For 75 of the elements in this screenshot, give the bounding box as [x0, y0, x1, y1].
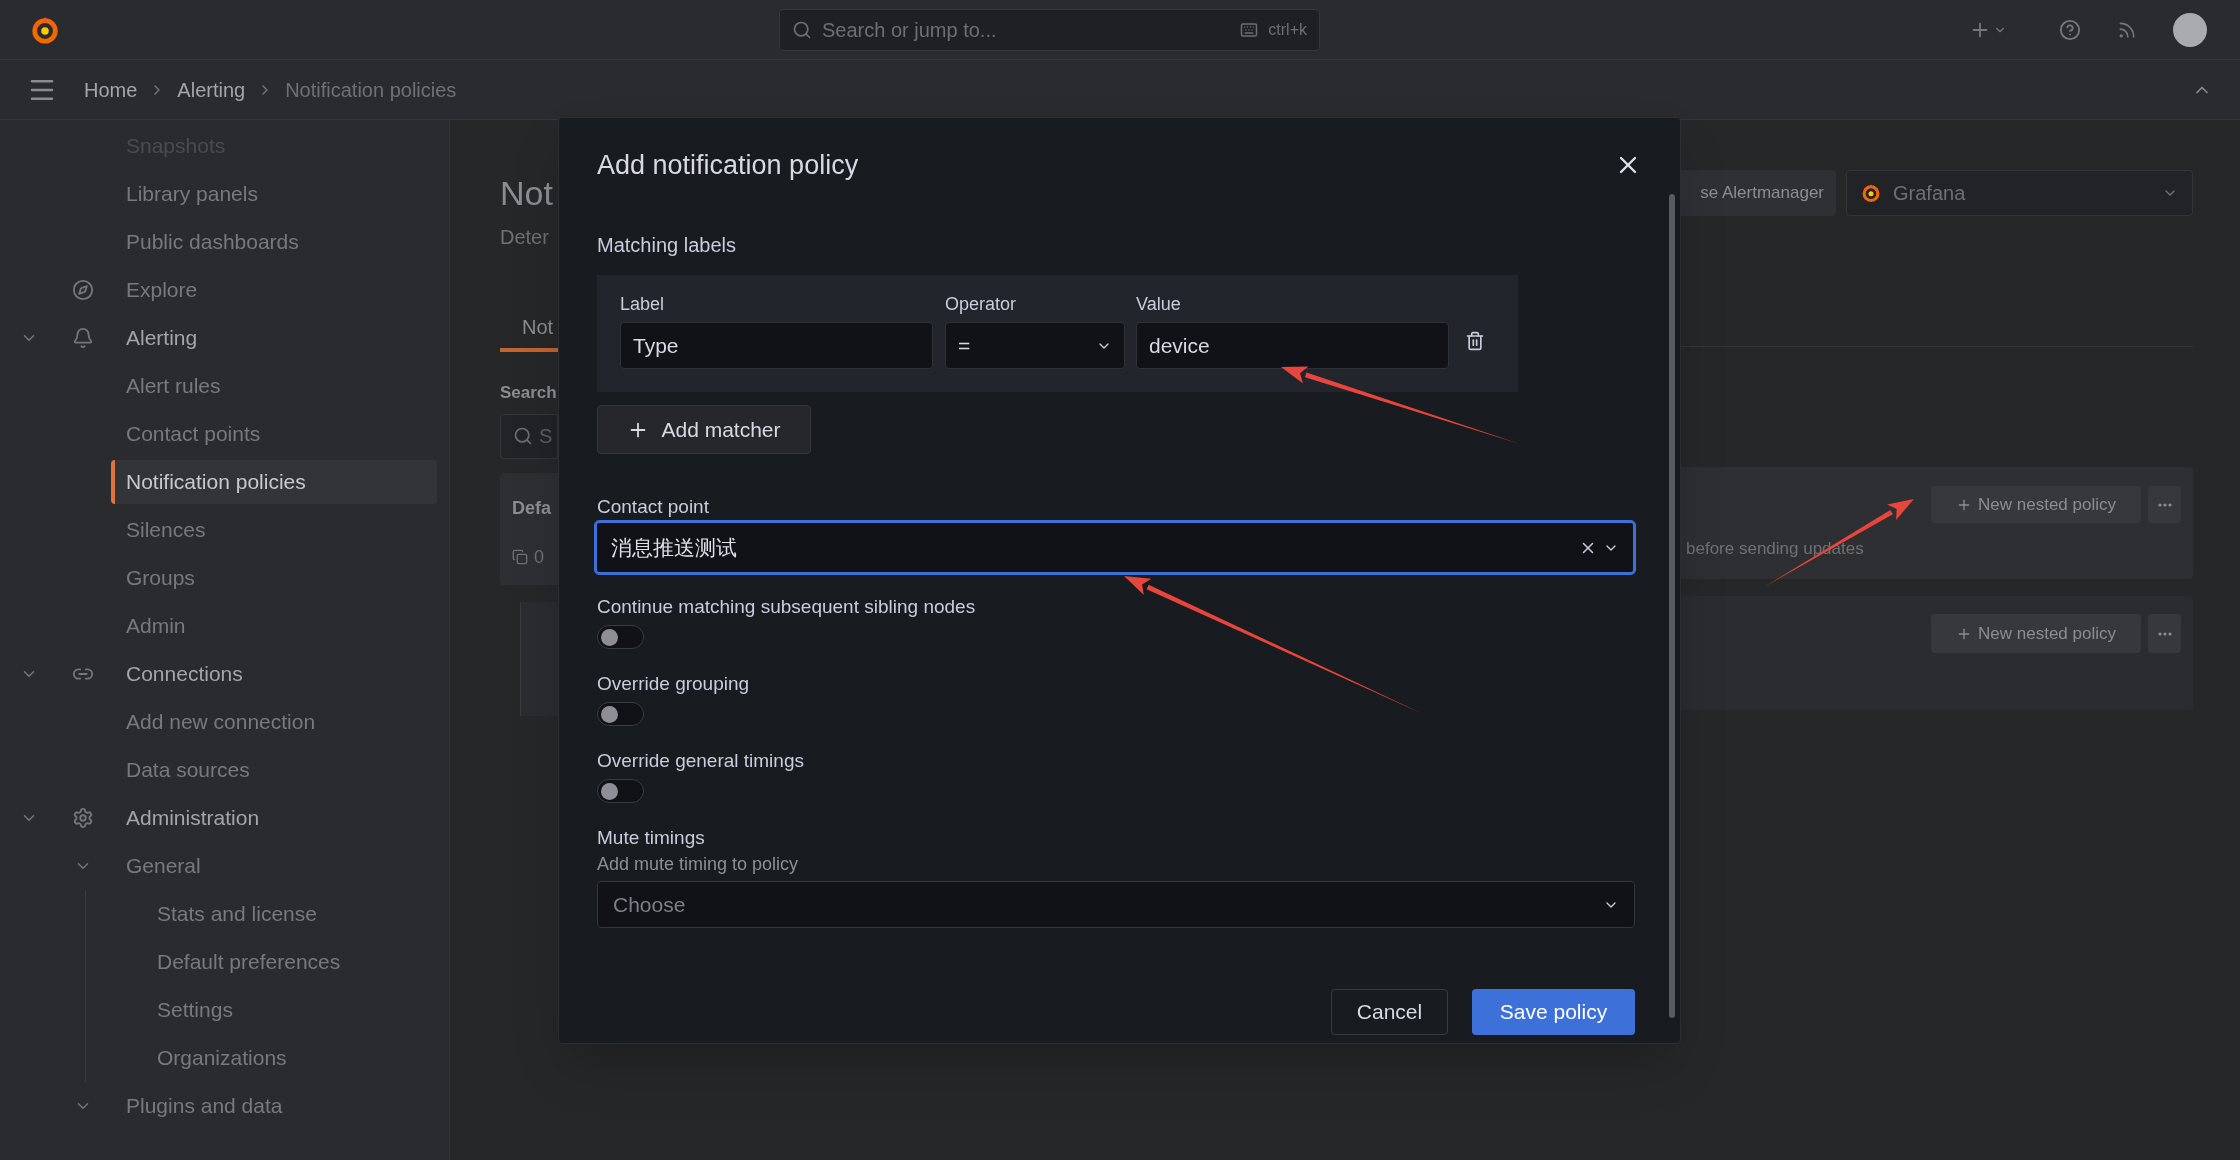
- sidebar-item[interactable]: Plugins and data: [126, 1090, 283, 1122]
- section-icon: [72, 279, 94, 301]
- field-label: Contact point: [597, 495, 710, 517]
- sidebar-item[interactable]: Stats and license: [142, 892, 449, 936]
- sidebar-item[interactable]: General: [126, 850, 201, 882]
- sidebar-item[interactable]: Settings: [142, 988, 449, 1032]
- policy-search-field[interactable]: S: [500, 413, 558, 459]
- toggle-label: Override general timings: [597, 749, 805, 771]
- search-field[interactable]: Search or jump to... ctrl+k: [779, 8, 1320, 51]
- keyboard-icon: [1240, 20, 1259, 39]
- search-icon: [513, 426, 533, 446]
- breadcrumb[interactable]: Home: [84, 74, 138, 105]
- sidebar-item[interactable]: Contact points: [111, 412, 437, 456]
- operator-select[interactable]: =: [945, 322, 1125, 369]
- page-title: Not: [500, 173, 554, 214]
- search-placeholder: S: [539, 424, 553, 449]
- section-icon: [72, 807, 94, 829]
- sidebar-item[interactable]: Notification policies: [111, 460, 437, 504]
- cancel-button[interactable]: Cancel: [1331, 989, 1448, 1035]
- field-description: Add mute timing to policy: [597, 853, 800, 873]
- toggle-switch[interactable]: [597, 625, 644, 649]
- sidebar-item[interactable]: Data sources: [111, 748, 437, 792]
- instance-count: 0: [534, 545, 544, 569]
- save-button[interactable]: Save policy: [1472, 989, 1635, 1035]
- sidebar-item[interactable]: Library panels: [111, 172, 437, 216]
- sidebar-item[interactable]: Administration: [126, 802, 260, 834]
- search-label: Search: [500, 382, 558, 404]
- toggle-label: Override grouping: [597, 672, 751, 694]
- value-field[interactable]: device: [1136, 322, 1449, 369]
- sidebar-item[interactable]: Admin: [111, 604, 437, 648]
- toggle-switch[interactable]: [597, 779, 644, 803]
- sidebar-item[interactable]: Alert rules: [111, 364, 437, 408]
- sidebar-item[interactable]: Explore: [126, 274, 198, 306]
- contact-point-select[interactable]: 消息推送测试: [595, 521, 1635, 574]
- sidebar-item[interactable]: Default preferences: [142, 940, 449, 984]
- instances-icon: [512, 549, 528, 565]
- sidebar-item[interactable]: Public dashboards: [111, 220, 437, 264]
- label-field[interactable]: Type: [620, 322, 933, 369]
- sidebar-item[interactable]: Add new connection: [111, 700, 437, 744]
- help-icon[interactable]: [2059, 18, 2081, 41]
- alertmanager-select[interactable]: Grafana: [1846, 170, 2193, 216]
- toggle-label: Continue matching subsequent sibling nodes: [597, 595, 977, 617]
- modal-title: Add notification policy: [597, 149, 860, 182]
- delete-icon[interactable]: [1465, 331, 1485, 351]
- sidebar-item[interactable]: Alerting: [126, 322, 198, 354]
- sidebar-item[interactable]: Groups: [111, 556, 437, 600]
- mute-timings-select[interactable]: Choose: [597, 881, 1635, 928]
- policy-name: Defa: [512, 496, 552, 520]
- search-placeholder: Search or jump to...: [822, 17, 998, 43]
- sidebar-item[interactable]: Connections: [126, 658, 243, 690]
- page-subtitle: Deter: [500, 225, 550, 250]
- more-button[interactable]: [2148, 486, 2181, 523]
- toggle-switch[interactable]: [597, 702, 644, 726]
- more-icon: [2157, 502, 2172, 507]
- new-nested-policy-button[interactable]: New nested policy: [1931, 614, 2141, 653]
- search-icon: [792, 19, 812, 40]
- column-label: Value: [1136, 293, 1182, 315]
- field-label: Mute timings: [597, 826, 706, 848]
- breadcrumb[interactable]: Alerting: [177, 74, 246, 105]
- shortcut-hint: ctrl+k: [1268, 19, 1307, 40]
- add-matcher-button[interactable]: Add matcher: [597, 405, 811, 454]
- section-title: Matching labels: [597, 233, 737, 258]
- scrollbar[interactable]: [1669, 194, 1675, 1018]
- alertmanager-button[interactable]: se Alertmanager: [1681, 170, 1836, 216]
- new-nested-policy-button[interactable]: New nested policy: [1931, 486, 2141, 523]
- more-button[interactable]: [2148, 614, 2181, 653]
- column-label: Label: [620, 293, 666, 315]
- section-icon: [72, 327, 94, 349]
- column-label: Operator: [945, 293, 1018, 315]
- logo-icon: [1861, 183, 1881, 203]
- avatar[interactable]: [2173, 12, 2207, 47]
- sidebar-item[interactable]: Organizations: [142, 1036, 449, 1080]
- sidebar-item[interactable]: Silences: [111, 508, 437, 552]
- more-icon: [2157, 631, 2172, 636]
- breadcrumb: Notification policies: [285, 77, 457, 103]
